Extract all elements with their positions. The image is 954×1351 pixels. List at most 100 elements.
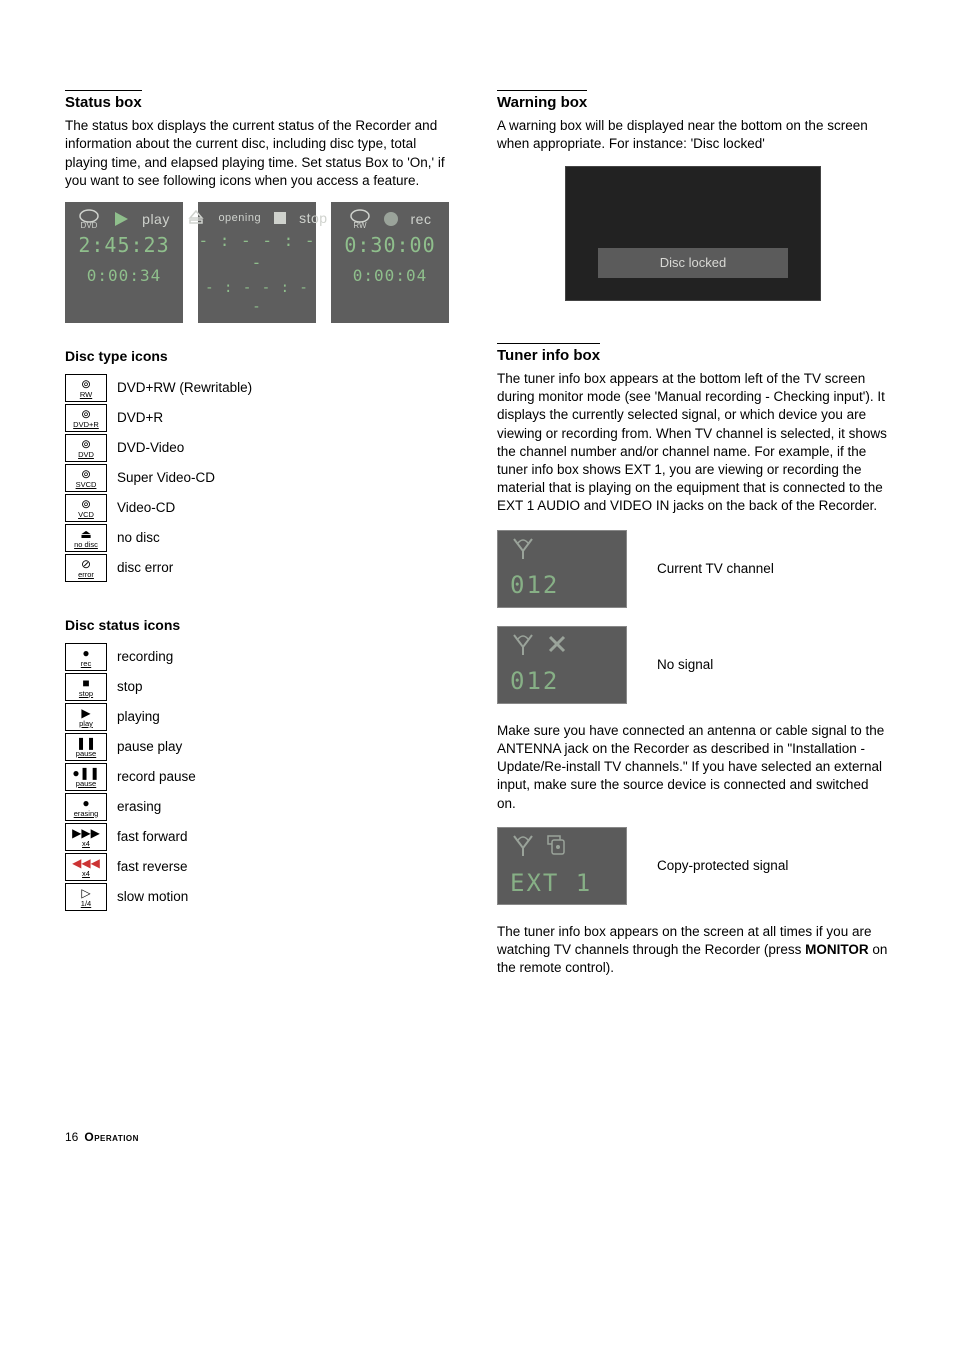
tuner-box: EXT 1 bbox=[497, 827, 627, 905]
status-label: opening bbox=[218, 211, 261, 226]
tuner-value: 012 bbox=[498, 661, 626, 703]
icon-row: ▷1/4 slow motion bbox=[65, 883, 457, 911]
tuner-box: 012 bbox=[497, 626, 627, 704]
icon-cell: ●❚❚pause bbox=[65, 763, 107, 791]
eject-icon bbox=[186, 208, 206, 228]
icon-cell: ⏏no disc bbox=[65, 524, 107, 552]
icon-row: ▶play playing bbox=[65, 703, 457, 731]
icon-cell: ■stop bbox=[65, 673, 107, 701]
icon-row: ⊚DVDDVD-Video bbox=[65, 434, 457, 462]
icon-label: no disc bbox=[117, 529, 160, 547]
tuner-row: 012 Current TV channel bbox=[497, 530, 889, 608]
icon-label: erasing bbox=[117, 798, 161, 816]
warning-box-preview: Disc locked bbox=[565, 166, 821, 301]
status-time-elapsed: - : - - : - - bbox=[198, 279, 316, 317]
icon-cell: ⊚RW bbox=[65, 374, 107, 402]
icon-row: ■stop stop bbox=[65, 673, 457, 701]
svg-text:DVD: DVD bbox=[81, 221, 98, 230]
icon-row: ▶▶▶x4 fast forward bbox=[65, 823, 457, 851]
page-number: 16 bbox=[65, 1129, 78, 1145]
tuner-info-body1: The tuner info box appears at the bottom… bbox=[497, 370, 889, 516]
icon-label: recording bbox=[117, 648, 173, 666]
icon-cell: ▶▶▶x4 bbox=[65, 823, 107, 851]
antenna-icon bbox=[510, 631, 536, 657]
status-preview-play: DVD play 2:45:23 0:00:34 bbox=[65, 202, 183, 323]
icon-label: disc error bbox=[117, 559, 173, 577]
tuner-box: 012 bbox=[497, 530, 627, 608]
icon-row: ⊘error disc error bbox=[65, 554, 457, 582]
no-signal-icon bbox=[546, 633, 568, 655]
icon-cell: ●rec bbox=[65, 643, 107, 671]
icon-row: ⏏no disc no disc bbox=[65, 524, 457, 552]
icon-label: record pause bbox=[117, 768, 196, 786]
disc-status-heading: Disc status icons bbox=[65, 616, 457, 635]
icon-cell: ⊚DVD+R bbox=[65, 404, 107, 432]
svg-text:RW: RW bbox=[353, 221, 367, 230]
icon-label: Super Video-CD bbox=[117, 469, 215, 487]
warning-box-title: Warning box bbox=[497, 90, 587, 113]
disc-icon: DVD bbox=[78, 208, 100, 230]
status-time-total: - : - - : - - bbox=[198, 230, 316, 273]
section-name: Operation bbox=[84, 1129, 139, 1145]
icon-row: ❚❚pause pause play bbox=[65, 733, 457, 761]
stop-icon bbox=[273, 211, 287, 225]
icon-label: fast reverse bbox=[117, 858, 188, 876]
warning-box-body: A warning box will be displayed near the… bbox=[497, 117, 889, 153]
status-time-total: 2:45:23 bbox=[65, 232, 183, 259]
disc-icon: RW bbox=[349, 208, 371, 230]
tuner-value: EXT 1 bbox=[498, 862, 626, 904]
record-icon bbox=[383, 211, 399, 227]
status-time-elapsed: 0:00:04 bbox=[331, 265, 449, 287]
status-time-total: 0:30:00 bbox=[331, 232, 449, 259]
icon-row: ⊚DVD+R DVD+R bbox=[65, 404, 457, 432]
icon-label: stop bbox=[117, 678, 143, 696]
icon-cell: ⊘error bbox=[65, 554, 107, 582]
antenna-icon bbox=[510, 832, 536, 858]
status-box-title: Status box bbox=[65, 90, 142, 113]
status-label: stop bbox=[299, 209, 327, 228]
icon-label: DVD+RW (Rewritable) bbox=[117, 379, 252, 397]
icon-row: ◀◀◀x4 fast reverse bbox=[65, 853, 457, 881]
antenna-icon bbox=[510, 535, 536, 561]
icon-label: DVD+R bbox=[117, 409, 163, 427]
tuner-info-body2: Make sure you have connected an antenna … bbox=[497, 722, 889, 813]
icon-label: DVD-Video bbox=[117, 439, 184, 457]
disc-status-list: ●rec recording ■stop stop ▶play playing ❚❚paus… bbox=[65, 643, 457, 911]
status-time-elapsed: 0:00:34 bbox=[65, 265, 183, 287]
status-preview-opening: opening stop - : - - : - - - : - - : - - bbox=[198, 202, 316, 323]
icon-cell: ◀◀◀x4 bbox=[65, 853, 107, 881]
status-box-images: DVD play 2:45:23 0:00:34 opening stop - … bbox=[65, 202, 457, 323]
tuner-info-title: Tuner info box bbox=[497, 343, 600, 366]
icon-label: playing bbox=[117, 708, 160, 726]
tuner-row: EXT 1 Copy-protected signal bbox=[497, 827, 889, 905]
icon-cell: ❚❚pause bbox=[65, 733, 107, 761]
icon-row: ⊚VCD Video-CD bbox=[65, 494, 457, 522]
tuner-row: 012 No signal bbox=[497, 626, 889, 704]
tuner-label: Current TV channel bbox=[657, 560, 774, 578]
icon-row: ●erasing erasing bbox=[65, 793, 457, 821]
icon-cell: ▷1/4 bbox=[65, 883, 107, 911]
tuner-label: Copy-protected signal bbox=[657, 857, 788, 875]
icon-row: ⊚SVCDSuper Video-CD bbox=[65, 464, 457, 492]
icon-cell: ⊚VCD bbox=[65, 494, 107, 522]
icon-row: ●❚❚pause record pause bbox=[65, 763, 457, 791]
icon-label: fast forward bbox=[117, 828, 188, 846]
status-preview-rec: RW rec 0:30:00 0:00:04 bbox=[331, 202, 449, 323]
icon-cell: ●erasing bbox=[65, 793, 107, 821]
disc-type-heading: Disc type icons bbox=[65, 347, 457, 366]
icon-cell: ▶play bbox=[65, 703, 107, 731]
tuner-label: No signal bbox=[657, 656, 713, 674]
icon-label: Video-CD bbox=[117, 499, 175, 517]
disc-type-list: ⊚RW DVD+RW (Rewritable) ⊚DVD+R DVD+R ⊚DVDDVD… bbox=[65, 374, 457, 582]
status-box-body: The status box displays the current stat… bbox=[65, 117, 457, 190]
icon-label: slow motion bbox=[117, 888, 188, 906]
icon-row: ●rec recording bbox=[65, 643, 457, 671]
status-label: rec bbox=[411, 210, 432, 229]
tuner-info-body3: The tuner info box appears on the screen… bbox=[497, 923, 889, 978]
icon-row: ⊚RW DVD+RW (Rewritable) bbox=[65, 374, 457, 402]
icon-label: pause play bbox=[117, 738, 182, 756]
tuner-value: 012 bbox=[498, 565, 626, 607]
copy-protected-icon bbox=[546, 834, 568, 856]
status-label: play bbox=[142, 210, 170, 229]
page-footer: 16 Operation bbox=[65, 1129, 889, 1145]
